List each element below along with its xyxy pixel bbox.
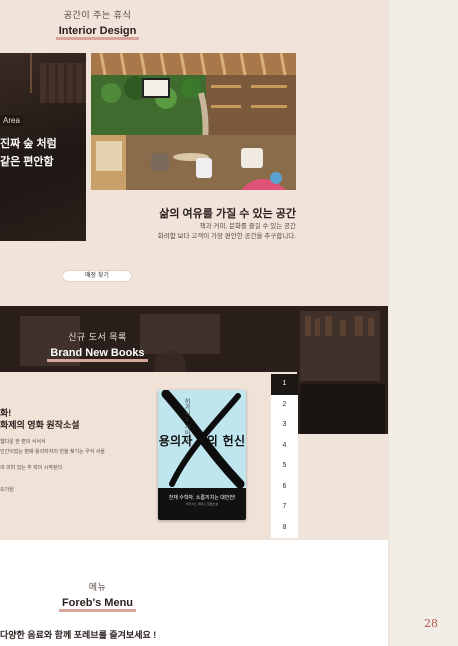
pager-item-8[interactable]: 8 (271, 517, 298, 538)
pager-item-4[interactable]: 4 (271, 435, 298, 456)
menu-kicker: 메뉴 (88, 582, 107, 592)
website-mockup: 공간이 주는 휴식 Interior Design Area 진짜 숲 처럼 같… (0, 0, 388, 646)
cover-tagline: 천재 수학자, 소름끼치는 대반전! (168, 495, 236, 501)
cafe-interior-photo (91, 53, 296, 190)
find-store-button[interactable]: 매장 찾기 (62, 270, 132, 282)
interior-kicker: 공간이 주는 휴식 (63, 10, 132, 20)
books-section-header: 신규 도서 목록 Brand New Books (0, 330, 195, 362)
cover-title: 용의자 X의 헌신 (158, 434, 246, 448)
card-title-line2: 같은 편안함 (0, 156, 54, 168)
interior-desc-line2: 화려함 보다 고객이 가장 편안한 공간을 추구합니다. (157, 233, 296, 240)
pager-item-2[interactable]: 2 (271, 394, 298, 415)
page-gutter: 28 (388, 0, 458, 646)
interior-title: 삶의 여유를 가질 수 있는 공간 (159, 208, 296, 220)
book-cover[interactable]: 히가시노 게이고 용의자 X의 헌신 천재 수학자, 소름끼치는 대반전! 히가… (158, 390, 246, 520)
pager-item-7[interactable]: 7 (271, 497, 298, 518)
interior-dark-card[interactable]: Area 진짜 숲 처럼 같은 편안함 (0, 53, 86, 241)
pager-item-6[interactable]: 6 (271, 476, 298, 497)
card-title-line1: 진짜 숲 처럼 (0, 138, 57, 150)
shelf-decoration (40, 63, 86, 103)
interior-heading: Interior Design (55, 26, 140, 40)
interior-description: 책과 커피, 문화를 즐길 수 있는 공간 화려함 보다 고객이 가장 편안한 … (100, 222, 296, 242)
menu-tagline: 다양한 음료와 함께 포레브를 즐겨보세요 ! (0, 630, 157, 640)
cover-small-text: 히가시노 게이고 장편소설 (185, 502, 219, 506)
lamp-decoration (30, 53, 32, 93)
pager-item-5[interactable]: 5 (271, 456, 298, 477)
interior-section-header: 공간이 주는 휴식 Interior Design (0, 8, 195, 40)
book-headline-line2: 화제의 영화 원작소설 (0, 420, 80, 430)
pager-item-3[interactable]: 3 (271, 415, 298, 436)
book-pager: 1 2 3 4 5 6 7 8 (271, 374, 298, 540)
interior-desc-line1: 책과 커피, 문화를 즐길 수 있는 공간 (199, 223, 296, 230)
menu-section-header: 메뉴 Foreb's Menu (0, 580, 195, 612)
area-tag: Area (0, 115, 23, 126)
book-desc-line3: 의 의미 있는 추 력이 시작된다 (0, 465, 63, 471)
books-kicker: 신규 도서 목록 (68, 332, 127, 342)
books-heading: Brand New Books (47, 348, 148, 362)
book-desc-line1: 웹다운 한 편의 서서서 (0, 439, 46, 445)
book-author: 오가원 (0, 487, 14, 493)
book-desc-line2: 인간이었는 판매 용의자자의 헌을 찾기는 우식 서을 (0, 449, 105, 455)
book-detail-card[interactable]: 화! 화제의 영화 원작소설 웹다운 한 편의 서서서 인간이었는 판매 용의자… (0, 372, 297, 539)
pager-item-1[interactable]: 1 (271, 374, 298, 395)
menu-heading: Foreb's Menu (58, 598, 137, 612)
cafe-photo-illustration (91, 53, 296, 190)
page-number: 28 (424, 617, 438, 630)
